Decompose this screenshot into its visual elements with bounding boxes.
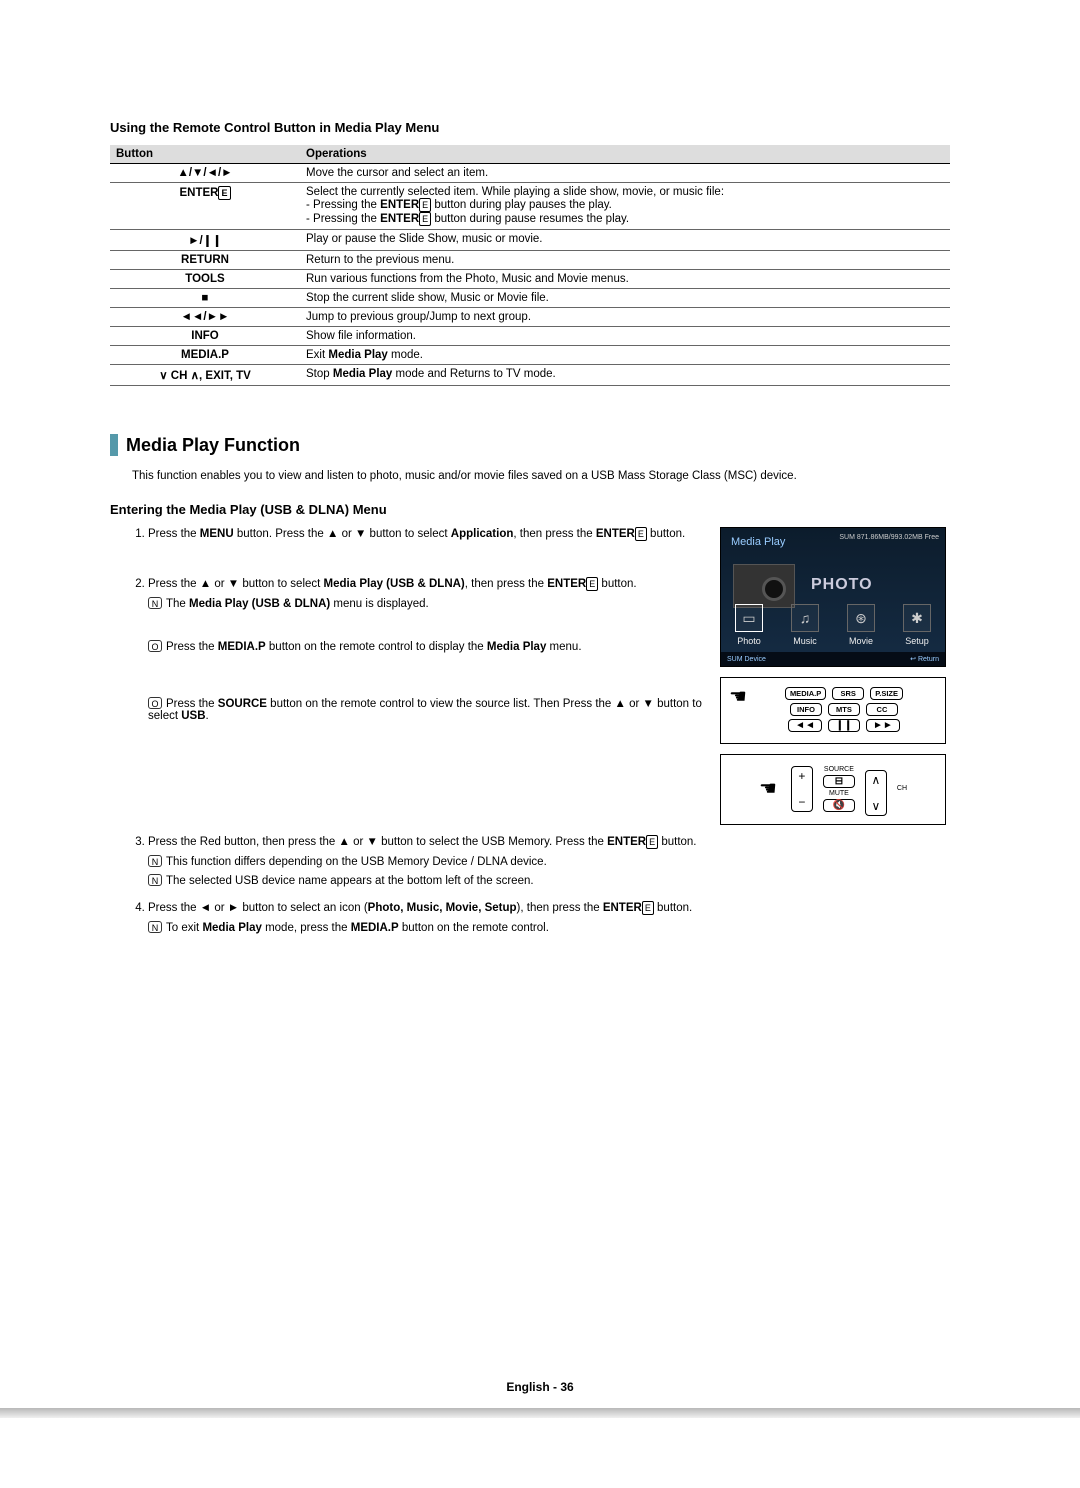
btn-cell: ■ <box>110 289 300 308</box>
op-cell: Stop Media Play mode and Returns to TV m… <box>300 365 950 386</box>
rc-mediap: MEDIA.P <box>785 687 826 700</box>
step-1: Press the MENU button. Press the ▲ or ▼ … <box>148 527 706 541</box>
enter-icon: E <box>646 835 658 849</box>
table-row: ▲/▼/◄/►Move the cursor and select an ite… <box>110 164 950 183</box>
photo-icon: ▭ <box>735 604 763 632</box>
pointing-hand-icon: ☚ <box>759 776 777 801</box>
screenshot-big-label: PHOTO <box>811 576 873 594</box>
th-operations: Operations <box>300 145 950 164</box>
btn-cell: INFO <box>110 327 300 346</box>
heading-entering: Entering the Media Play (USB & DLNA) Men… <box>110 502 950 517</box>
channel-rocker: ∧∨ <box>865 770 887 816</box>
rc-source: ⊟ <box>823 775 855 788</box>
nav-photo: ▭Photo <box>726 604 772 646</box>
movie-icon: ⊛ <box>847 604 875 632</box>
heading-remote-table: Using the Remote Control Button in Media… <box>110 120 950 135</box>
enter-icon: E <box>419 198 431 212</box>
volume-rocker: +− <box>791 766 813 812</box>
btn-cell: ◄◄/►► <box>110 308 300 327</box>
nav-setup: ✱Setup <box>894 604 940 646</box>
note-icon: N <box>148 921 162 933</box>
rc-cc: CC <box>866 703 898 716</box>
op-cell: Move the cursor and select an item. <box>300 164 950 183</box>
btn-cell: ENTERE <box>110 183 300 230</box>
op-cell: Show file information. <box>300 327 950 346</box>
btn-cell: ∨ CH ∧, EXIT, TV <box>110 365 300 386</box>
op-cell: Jump to previous group/Jump to next grou… <box>300 308 950 327</box>
nav-music: ♫Music <box>782 604 828 646</box>
rc-mute: 🔇 <box>823 799 855 812</box>
rc-source-label: SOURCE <box>824 766 854 773</box>
screenshot-bar-right: ↩ Return <box>910 655 939 663</box>
table-row: ENTERE Select the currently selected ite… <box>110 183 950 230</box>
rc-pause: ❙❙ <box>828 719 860 732</box>
btn-cell: ►/❙❙ <box>110 230 300 251</box>
table-row: ∨ CH ∧, EXIT, TVStop Media Play mode and… <box>110 365 950 386</box>
page-footer: English - 36 <box>0 1380 1080 1394</box>
camera-tile-icon <box>733 564 795 608</box>
accent-stripe-icon <box>110 434 118 456</box>
screenshot-storage: SUM 871.86MB/993.02MB Free <box>839 534 939 541</box>
enter-icon: E <box>419 212 431 226</box>
btn-cell: RETURN <box>110 251 300 270</box>
enter-icon: E <box>635 527 647 541</box>
btn-cell: TOOLS <box>110 270 300 289</box>
nav-movie: ⊛Movie <box>838 604 884 646</box>
button-operations-table: Button Operations ▲/▼/◄/►Move the cursor… <box>110 145 950 386</box>
remote-diagram-1: ☚ MEDIA.P SRS P.SIZE INFO MTS CC ◄◄ ❙❙ ►► <box>720 677 946 744</box>
rc-ff: ►► <box>866 719 900 732</box>
btn-cell: MEDIA.P <box>110 346 300 365</box>
op-cell: Stop the current slide show, Music or Mo… <box>300 289 950 308</box>
remote-diagram-2: ☚ +− SOURCE ⊟ MUTE 🔇 ∧∨ CH <box>720 754 946 825</box>
note-icon: N <box>148 874 162 886</box>
op-cell: Select the currently selected item. Whil… <box>300 183 950 230</box>
enter-icon: E <box>218 186 230 200</box>
rc-mute-label: MUTE <box>829 790 849 797</box>
step-4: Press the ◄ or ► button to select an ico… <box>148 901 950 934</box>
note-icon: N <box>148 855 162 867</box>
enter-icon: E <box>586 577 598 591</box>
section-title: Media Play Function <box>126 435 300 456</box>
op-cell: Run various functions from the Photo, Mu… <box>300 270 950 289</box>
table-row: RETURNReturn to the previous menu. <box>110 251 950 270</box>
op-cell: Exit Media Play mode. <box>300 346 950 365</box>
music-icon: ♫ <box>791 604 819 632</box>
intro-text: This function enables you to view and li… <box>132 470 950 482</box>
rc-mts: MTS <box>828 703 860 716</box>
tip-icon: O <box>148 697 162 709</box>
rc-srs: SRS <box>832 687 864 700</box>
table-row: INFOShow file information. <box>110 327 950 346</box>
th-button: Button <box>110 145 300 164</box>
table-row: ■Stop the current slide show, Music or M… <box>110 289 950 308</box>
step-3: Press the Red button, then press the ▲ o… <box>148 835 950 887</box>
step-2: Press the ▲ or ▼ button to select Media … <box>148 577 706 722</box>
btn-cell: ▲/▼/◄/► <box>110 164 300 183</box>
setup-icon: ✱ <box>903 604 931 632</box>
section-heading: Media Play Function <box>110 434 950 456</box>
screenshot-bar-left: SUM Device <box>727 656 766 663</box>
table-row: ►/❙❙Play or pause the Slide Show, music … <box>110 230 950 251</box>
rc-info: INFO <box>790 703 822 716</box>
tip-icon: O <box>148 640 162 652</box>
screenshot-title: Media Play <box>731 536 785 548</box>
op-cell: Return to the previous menu. <box>300 251 950 270</box>
table-row: TOOLSRun various functions from the Phot… <box>110 270 950 289</box>
rc-rew: ◄◄ <box>788 719 822 732</box>
rc-ch-label: CH <box>897 785 907 792</box>
media-play-screenshot: Media Play SUM 871.86MB/993.02MB Free PH… <box>720 527 946 667</box>
pointing-hand-icon: ☚ <box>729 684 747 709</box>
op-cell: Play or pause the Slide Show, music or m… <box>300 230 950 251</box>
table-row: ◄◄/►►Jump to previous group/Jump to next… <box>110 308 950 327</box>
note-icon: N <box>148 597 162 609</box>
table-row: MEDIA.PExit Media Play mode. <box>110 346 950 365</box>
enter-icon: E <box>642 901 654 915</box>
rc-psize: P.SIZE <box>870 687 903 700</box>
